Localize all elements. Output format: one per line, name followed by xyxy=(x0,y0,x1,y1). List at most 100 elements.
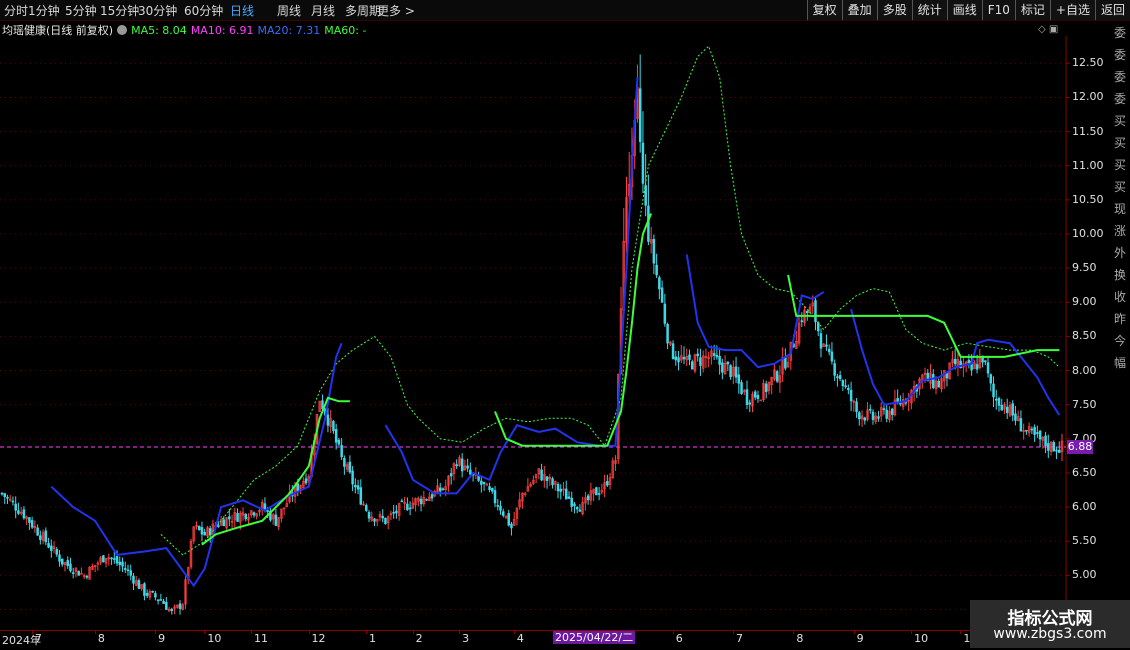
side-panel-label-4: 买 xyxy=(1114,114,1127,128)
side-panel-label-9: 涨 xyxy=(1114,224,1127,238)
candle-body xyxy=(178,603,182,609)
x-tick xyxy=(672,631,674,634)
candle-body xyxy=(222,519,226,527)
y-tick-label: 9.50 xyxy=(1072,261,1097,275)
candle-body xyxy=(567,496,571,499)
side-panel-label-11: 换 xyxy=(1114,268,1127,282)
tool-button-2[interactable]: 多股 xyxy=(876,0,912,20)
candle-body xyxy=(986,362,990,374)
candle-body xyxy=(400,500,404,503)
candle-body xyxy=(992,383,995,398)
candle-body xyxy=(578,509,582,512)
candle-body xyxy=(699,357,702,366)
ma20-line xyxy=(50,342,343,588)
period-tab-8[interactable]: 月线 xyxy=(311,2,335,19)
candle-body xyxy=(967,359,971,363)
period-tab-7[interactable]: 周线 xyxy=(277,2,301,19)
candle-body xyxy=(165,602,168,610)
candle-body xyxy=(441,488,445,491)
candle-body xyxy=(825,344,828,347)
candle-body xyxy=(658,277,661,290)
period-tab-1[interactable]: 1分钟 xyxy=(28,2,60,19)
candle-body xyxy=(871,411,875,420)
candle-body xyxy=(203,531,206,536)
tool-button-0[interactable]: 复权 xyxy=(806,0,842,20)
candle-body xyxy=(118,561,122,565)
candle-body xyxy=(455,464,458,467)
candle-body xyxy=(841,380,845,387)
candle-body xyxy=(501,511,505,516)
candle-body xyxy=(849,389,853,402)
candle-body xyxy=(154,593,157,598)
tool-button-8[interactable]: 返回 xyxy=(1094,0,1130,20)
candle-body xyxy=(989,374,993,384)
candle-body xyxy=(545,476,549,482)
period-tab-10[interactable]: 更多 > xyxy=(377,2,415,19)
side-panel-label-3: 委 xyxy=(1114,92,1127,106)
side-panel-label-1: 委 xyxy=(1114,48,1127,62)
candle-body xyxy=(1005,406,1009,413)
candle-body xyxy=(556,484,560,492)
candle-body xyxy=(406,503,409,511)
candle-body xyxy=(655,264,658,276)
candle-body xyxy=(995,398,998,401)
y-tick-label: 11.00 xyxy=(1072,158,1104,172)
candle-body xyxy=(740,382,743,394)
candle-body xyxy=(682,356,686,360)
candle-body xyxy=(348,461,352,473)
tool-button-4[interactable]: 画线 xyxy=(946,0,982,20)
candle-body xyxy=(638,88,642,142)
tool-buttons: 复权 叠加 多股 统计 画线 F10 标记 +自选 返回 xyxy=(806,0,1130,20)
date-axis: 2024年78910111212346789101112 xyxy=(0,630,1066,647)
tool-button-5[interactable]: F10 xyxy=(981,0,1015,20)
candle-body xyxy=(102,555,105,563)
candle-body xyxy=(332,420,335,432)
candle-body xyxy=(570,497,573,507)
side-panel-label-13: 昨 xyxy=(1114,312,1127,326)
period-tab-3[interactable]: 15分钟 xyxy=(100,2,139,19)
candle-body xyxy=(384,517,387,525)
watermark-logo: 指标公式网 www.zbgs3.com xyxy=(970,600,1130,648)
y-tick-label: 10.00 xyxy=(1072,227,1104,240)
tool-button-6[interactable]: 标记 xyxy=(1014,0,1050,20)
period-tab-6[interactable]: 日线 xyxy=(230,2,254,19)
candle-body xyxy=(17,510,20,514)
tool-button-7[interactable]: +自选 xyxy=(1049,0,1095,20)
y-tick-label: 8.00 xyxy=(1072,363,1097,377)
candle-body xyxy=(1036,432,1039,434)
x-tick xyxy=(31,631,33,634)
candle-body xyxy=(652,238,656,264)
candle-body xyxy=(1025,429,1028,432)
candle-body xyxy=(663,303,667,324)
period-tab-9[interactable]: 多周期 xyxy=(345,2,381,19)
tool-button-3[interactable]: 统计 xyxy=(911,0,947,20)
candle-body xyxy=(425,499,428,501)
window-icons[interactable]: ◇ ▣ xyxy=(1038,24,1058,35)
candle-body xyxy=(28,517,31,523)
candle-body xyxy=(496,505,500,507)
candle-body xyxy=(641,142,645,184)
period-tab-0[interactable]: 分时 xyxy=(4,2,28,19)
candle-body xyxy=(55,549,59,555)
period-tab-4[interactable]: 30分钟 xyxy=(138,2,177,19)
candle-body xyxy=(729,365,732,378)
kline-chart[interactable] xyxy=(0,36,1112,630)
candle-body xyxy=(586,495,590,501)
candle-body xyxy=(408,507,412,510)
candle-body xyxy=(953,358,957,365)
ma20-line xyxy=(685,254,825,369)
candle-body xyxy=(58,554,61,562)
candle-body xyxy=(228,516,231,520)
x-tick xyxy=(204,631,206,634)
tool-button-1[interactable]: 叠加 xyxy=(841,0,877,20)
candle-body xyxy=(869,408,872,411)
side-panel-label-8: 现 xyxy=(1114,202,1127,216)
candle-body xyxy=(595,487,598,496)
period-tab-5[interactable]: 60分钟 xyxy=(184,2,223,19)
candle-body xyxy=(800,320,804,322)
candle-body xyxy=(775,371,779,382)
y-tick-label: 12.50 xyxy=(1072,56,1104,70)
gear-icon[interactable] xyxy=(117,25,128,35)
candle-body xyxy=(734,366,738,378)
period-tab-2[interactable]: 5分钟 xyxy=(65,2,97,19)
